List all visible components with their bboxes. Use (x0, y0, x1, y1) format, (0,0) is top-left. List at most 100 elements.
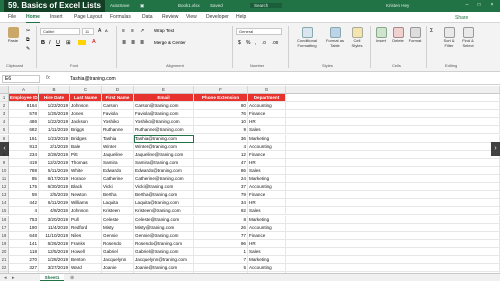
table-cell[interactable]: Gabriel (102, 247, 134, 256)
table-cell[interactable]: 6/30/2019 (39, 183, 70, 192)
table-cell[interactable]: Jacquelynn@traning.com (134, 256, 194, 265)
table-cell[interactable]: Johnson (70, 102, 102, 111)
table-cell[interactable]: Gennie@traning.com (134, 231, 194, 240)
table-cell[interactable]: Jones (70, 110, 102, 119)
table-cell[interactable]: 327 (9, 264, 39, 273)
table-cell[interactable]: 1/22/2019 (39, 118, 70, 127)
table-cell[interactable]: 11/10/2019 (39, 231, 70, 240)
insert-cells-button[interactable]: Insert (373, 27, 389, 44)
percent-icon[interactable]: % (246, 40, 250, 46)
empty-cell[interactable] (286, 247, 500, 256)
table-cell[interactable]: Accounting (248, 183, 286, 192)
table-cell[interactable]: White (70, 166, 102, 175)
table-cell[interactable]: Williams (70, 199, 102, 208)
table-cell[interactable]: Yoshiko (102, 118, 134, 127)
table-cell[interactable]: Laquita@traning.com (134, 199, 194, 208)
tab-view[interactable]: View (186, 12, 197, 23)
table-cell[interactable]: 578 (9, 110, 39, 119)
sheet-tab[interactable]: Sheet1 (40, 274, 64, 281)
row-header[interactable]: 19 (0, 239, 9, 248)
table-cell[interactable]: Finance (248, 110, 286, 119)
header-cell[interactable]: Phone Extension (194, 94, 248, 103)
table-cell[interactable]: Marketing (248, 256, 286, 265)
table-cell[interactable]: Johnson (70, 207, 102, 216)
table-cell[interactable]: 47 (194, 158, 248, 167)
tab-data[interactable]: Data (142, 12, 153, 23)
table-cell[interactable]: Misty (102, 223, 134, 232)
table-cell[interactable]: Finance (248, 191, 286, 200)
table-cell[interactable]: Black (70, 183, 102, 192)
row-header[interactable]: 20 (0, 247, 9, 256)
search-box[interactable]: Search (250, 3, 283, 8)
table-cell[interactable]: Bertha@traning.com (134, 191, 194, 200)
table-cell[interactable]: 141 (9, 239, 39, 248)
table-cell[interactable]: 59 (9, 191, 39, 200)
font-size-select[interactable]: 11 (82, 28, 94, 35)
header-cell[interactable]: First Name (102, 94, 134, 103)
table-cell[interactable]: 1/23/2019 (39, 134, 70, 143)
table-cell[interactable]: 3/20/2019 (39, 215, 70, 224)
table-cell[interactable]: 34 (194, 199, 248, 208)
table-cell[interactable]: 1 (194, 247, 248, 256)
table-cell[interactable]: Edwardo@traning.com (134, 166, 194, 175)
autosave-toggle[interactable]: AutoSave (110, 3, 130, 8)
font-name-select[interactable]: Calibri (40, 28, 80, 35)
table-cell[interactable]: 2/28/2019 (39, 150, 70, 159)
table-cell[interactable]: 79 (194, 191, 248, 200)
align-center-icon[interactable]: ≣ (131, 40, 135, 46)
table-cell[interactable]: Misty@traning.com (134, 223, 194, 232)
table-cell[interactable]: 24 (194, 175, 248, 184)
table-cell[interactable]: Jaqueline (102, 150, 134, 159)
increase-decimal-icon[interactable]: .0 (262, 40, 266, 45)
table-cell[interactable]: 2/1/2019 (39, 142, 70, 151)
empty-cell[interactable] (286, 110, 500, 119)
table-cell[interactable]: 6/11/2019 (39, 199, 70, 208)
table-cell[interactable]: 6/17/2019 (39, 175, 70, 184)
empty-cell[interactable] (286, 191, 500, 200)
save-icon[interactable]: ▣ (140, 3, 144, 9)
table-cell[interactable]: Gennie (102, 231, 134, 240)
column-header-d[interactable]: D (102, 86, 134, 94)
table-cell[interactable]: 8 (194, 215, 248, 224)
table-cell[interactable]: Celeste (102, 215, 134, 224)
table-cell[interactable]: 6/26/2019 (39, 239, 70, 248)
conditional-formatting-button[interactable]: Conditional Formatting (292, 27, 322, 48)
empty-cell[interactable] (286, 183, 500, 192)
decrease-font-icon[interactable]: A (105, 28, 108, 33)
row-header[interactable]: 1 (0, 94, 9, 103)
row-header[interactable]: 5 (0, 126, 9, 135)
italic-icon[interactable]: I (49, 40, 51, 46)
table-cell[interactable]: 4 (9, 207, 39, 216)
table-cell[interactable]: 12/2/2019 (39, 158, 70, 167)
select-all-corner[interactable] (0, 86, 9, 94)
table-cell[interactable]: Tashia (102, 134, 134, 143)
row-header[interactable]: 3 (0, 110, 9, 119)
header-cell[interactable]: Department (248, 94, 286, 103)
table-cell[interactable]: Carson (102, 102, 134, 111)
table-cell[interactable]: Finance (248, 231, 286, 240)
table-cell[interactable]: 86 (194, 166, 248, 175)
tab-review[interactable]: Review (162, 12, 178, 23)
borders-icon[interactable]: ⊞ (66, 40, 71, 46)
row-header[interactable]: 14 (0, 199, 9, 208)
tab-file[interactable]: File (8, 12, 16, 23)
table-cell[interactable]: Joanie@traning.com (134, 264, 194, 273)
comma-icon[interactable]: , (255, 40, 256, 46)
table-cell[interactable]: Finance (248, 150, 286, 159)
row-header[interactable]: 22 (0, 264, 9, 273)
table-cell[interactable]: 1/23/2019 (39, 102, 70, 111)
table-cell[interactable]: 1/28/2019 (39, 256, 70, 265)
table-cell[interactable]: 11/4/2019 (39, 223, 70, 232)
number-format-select[interactable]: General (236, 28, 282, 35)
table-cell[interactable]: Bertha (102, 191, 134, 200)
table-cell[interactable]: 7 (194, 256, 248, 265)
table-cell[interactable]: Howell (70, 247, 102, 256)
table-cell[interactable]: Kristeen (102, 207, 134, 216)
table-cell[interactable]: Carson@traning.com (134, 102, 194, 111)
next-arrow-icon[interactable]: › (491, 142, 500, 156)
table-cell[interactable]: 4 (194, 142, 248, 151)
table-cell[interactable]: 10 (194, 118, 248, 127)
row-header[interactable]: 13 (0, 191, 9, 200)
autosum-icon[interactable]: Σ (430, 28, 433, 34)
maximize-icon[interactable]: □ (474, 2, 484, 9)
